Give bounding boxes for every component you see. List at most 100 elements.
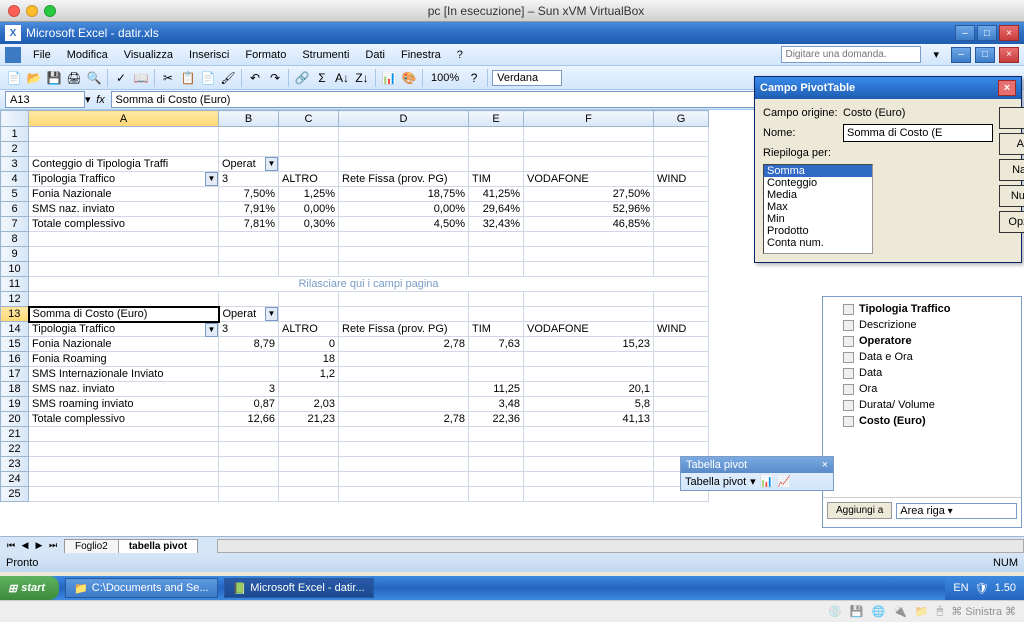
field-list-item[interactable]: Data e Ora [827, 349, 1017, 365]
paste-icon[interactable]: 📄 [199, 69, 217, 87]
summarize-option[interactable]: Max [764, 201, 872, 213]
col-header-E[interactable]: E [469, 111, 524, 127]
col-header-D[interactable]: D [339, 111, 469, 127]
tab-nav-prev-icon[interactable]: ◀ [18, 540, 32, 551]
hyperlink-icon[interactable]: 🔗 [293, 69, 311, 87]
summarize-option[interactable]: Conteggio [764, 177, 872, 189]
doc-close-button[interactable]: × [999, 47, 1019, 63]
field-list-item[interactable]: Operatore [827, 333, 1017, 349]
row-header[interactable]: 19 [1, 397, 29, 412]
dropdown-icon[interactable]: ▼ [265, 157, 278, 171]
preview-icon[interactable]: 🔍 [85, 69, 103, 87]
dropdown-icon[interactable]: ▼ [205, 172, 218, 186]
mac-zoom-button[interactable] [44, 5, 56, 17]
field-list-item[interactable]: Costo (Euro) [827, 413, 1017, 429]
sheet-tab-tabella-pivot[interactable]: tabella pivot [118, 539, 198, 553]
summarize-option[interactable]: Media [764, 189, 872, 201]
col-header-C[interactable]: C [279, 111, 339, 127]
row-header[interactable]: 14 [1, 322, 29, 337]
row-header[interactable]: 20 [1, 412, 29, 427]
language-indicator[interactable]: EN [953, 582, 968, 594]
row-header[interactable]: 8 [1, 232, 29, 247]
dialog-opzioni-button[interactable]: Opzioni >> [999, 211, 1024, 233]
minimize-button[interactable]: – [955, 25, 975, 41]
research-icon[interactable]: 📖 [132, 69, 150, 87]
row-header[interactable]: 22 [1, 442, 29, 457]
row-header[interactable]: 15 [1, 337, 29, 352]
system-tray[interactable]: EN 🛡 1.50 [945, 576, 1024, 600]
dropdown-icon[interactable]: ▼ [205, 323, 218, 337]
tab-nav-last-icon[interactable]: ⏭ [46, 540, 60, 551]
pivot-table-toolbar[interactable]: Tabella pivot × Tabella pivot▾ 📊 📈 [680, 456, 834, 491]
row-header[interactable]: 7 [1, 217, 29, 232]
col-header-G[interactable]: G [654, 111, 709, 127]
zoom-combo[interactable]: 100% [427, 72, 463, 84]
doc-restore-button[interactable]: □ [975, 47, 995, 63]
dialog-ok-button[interactable]: OK [999, 107, 1024, 129]
summarize-option[interactable]: Prodotto [764, 225, 872, 237]
spell-icon[interactable]: ✓ [112, 69, 130, 87]
redo-icon[interactable]: ↷ [266, 69, 284, 87]
menu-help[interactable]: ? [449, 47, 471, 63]
menu-dati[interactable]: Dati [357, 47, 393, 63]
taskbar-item-explorer[interactable]: 📁 C:\Documents and Se... [65, 578, 217, 598]
summarize-option[interactable]: Somma [764, 165, 872, 177]
dropdown-icon[interactable]: ▼ [265, 307, 278, 321]
col-header-B[interactable]: B [219, 111, 279, 127]
row-header[interactable]: 23 [1, 457, 29, 472]
field-list-item[interactable]: Tipologia Traffico [827, 301, 1017, 317]
field-list-item[interactable]: Durata/ Volume [827, 397, 1017, 413]
row-header[interactable]: 5 [1, 187, 29, 202]
mac-close-button[interactable] [8, 5, 20, 17]
menu-finestra[interactable]: Finestra [393, 47, 449, 63]
row-header[interactable]: 6 [1, 202, 29, 217]
field-list-item[interactable]: Data [827, 365, 1017, 381]
menu-file[interactable]: File [25, 47, 59, 63]
cell-reference-box[interactable] [5, 91, 85, 108]
row-header[interactable]: 18 [1, 382, 29, 397]
row-header[interactable]: 25 [1, 487, 29, 502]
mac-minimize-button[interactable] [26, 5, 38, 17]
menu-dropdown-icon[interactable]: ▾ [925, 46, 947, 63]
new-icon[interactable]: 📄 [5, 69, 23, 87]
doc-minimize-button[interactable]: – [951, 47, 971, 63]
pivot-wizard-icon[interactable]: 📊 [760, 475, 774, 488]
tray-icon[interactable]: 🛡 [975, 582, 989, 595]
print-icon[interactable]: 🖨 [65, 69, 83, 87]
open-icon[interactable]: 📂 [25, 69, 43, 87]
dialog-annulla-button[interactable]: Annulla [999, 133, 1024, 155]
maximize-button[interactable]: □ [977, 25, 997, 41]
menu-formato[interactable]: Formato [237, 47, 294, 63]
row-header[interactable]: 9 [1, 247, 29, 262]
horizontal-scrollbar[interactable] [217, 539, 1024, 553]
menu-strumenti[interactable]: Strumenti [294, 47, 357, 63]
sheet-tab-foglio2[interactable]: Foglio2 [64, 539, 119, 553]
menu-inserisci[interactable]: Inserisci [181, 47, 237, 63]
col-header-A[interactable]: A [29, 111, 219, 127]
row-header[interactable]: 16 [1, 352, 29, 367]
row-header[interactable]: 1 [1, 127, 29, 142]
summarize-listbox[interactable]: SommaConteggioMediaMaxMinProdottoConta n… [763, 164, 873, 254]
tab-nav-next-icon[interactable]: ▶ [32, 540, 46, 551]
help-question-input[interactable] [781, 46, 921, 63]
row-header[interactable]: 10 [1, 262, 29, 277]
save-icon[interactable]: 💾 [45, 69, 63, 87]
row-header[interactable]: 12 [1, 292, 29, 307]
row-header[interactable]: 21 [1, 427, 29, 442]
menu-modifica[interactable]: Modifica [59, 47, 116, 63]
row-header[interactable]: 17 [1, 367, 29, 382]
format-painter-icon[interactable]: 🖌 [219, 69, 237, 87]
add-to-button[interactable]: Aggiungi a [827, 502, 892, 519]
copy-icon[interactable]: 📋 [179, 69, 197, 87]
row-header[interactable]: 24 [1, 472, 29, 487]
pivot-page-drop-area[interactable]: Rilasciare qui i campi pagina [29, 277, 709, 292]
start-button[interactable]: ⊞ start [0, 576, 59, 600]
close-button[interactable]: × [999, 25, 1019, 41]
summarize-option[interactable]: Conta num. [764, 237, 872, 249]
menu-visualizza[interactable]: Visualizza [116, 47, 181, 63]
area-select[interactable]: Area riga ▾ [896, 503, 1017, 519]
undo-icon[interactable]: ↶ [246, 69, 264, 87]
sort-desc-icon[interactable]: Z↓ [353, 69, 371, 87]
cut-icon[interactable]: ✂ [159, 69, 177, 87]
row-header[interactable]: 2 [1, 142, 29, 157]
